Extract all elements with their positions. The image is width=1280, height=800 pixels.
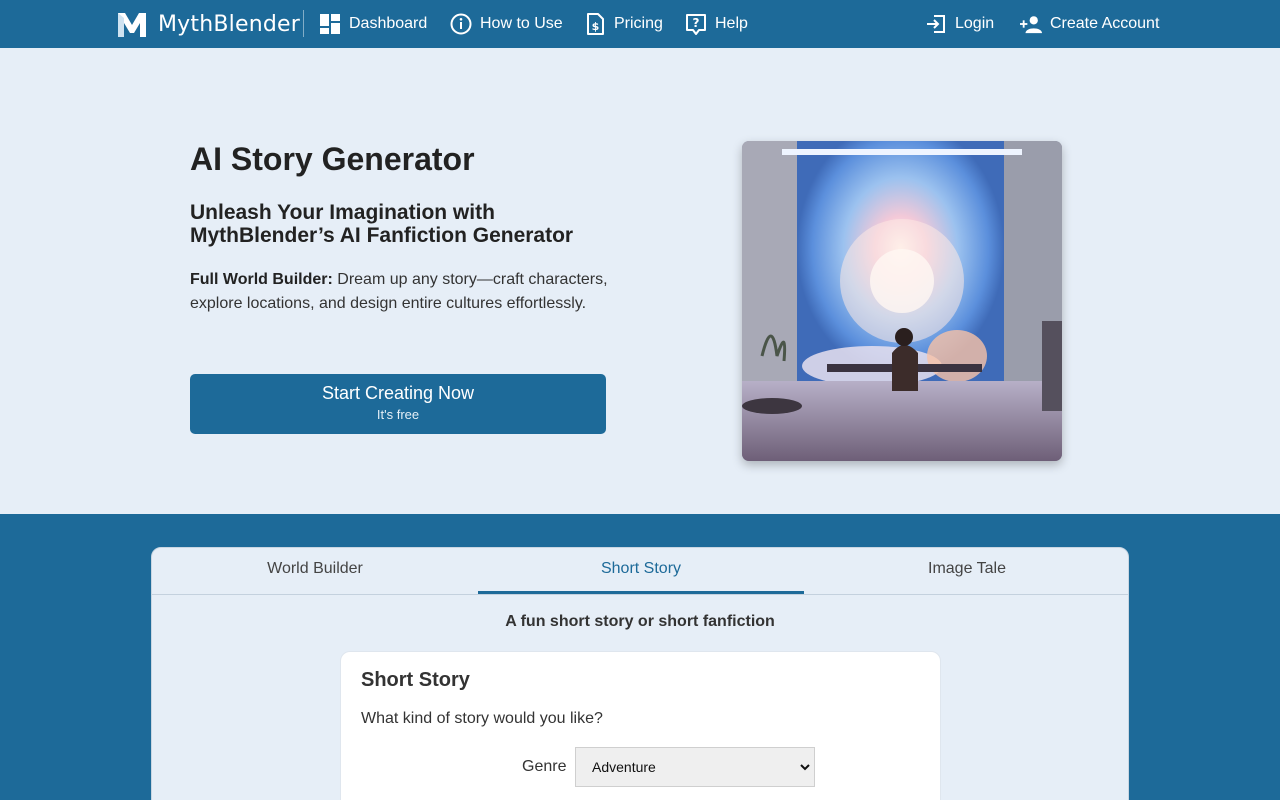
create-account-button[interactable]: Create Account <box>1020 0 1159 48</box>
start-creating-button[interactable]: Start Creating Now It's free <box>190 374 606 434</box>
genre-selected-value: Adventure <box>592 759 656 775</box>
cta-main-label: Start Creating Now <box>321 383 475 403</box>
nav-pricing-label: Pricing <box>614 15 663 32</box>
info-icon <box>450 13 472 35</box>
login-icon <box>927 15 945 33</box>
top-nav: MythBlender Dashboard How to Use $ Prici… <box>0 0 1280 48</box>
nav-help-label: Help <box>715 15 748 32</box>
short-story-card: Short Story What kind of story would you… <box>340 651 941 800</box>
tab-short-story[interactable]: Short Story <box>478 548 804 594</box>
tab-world-builder[interactable]: World Builder <box>152 548 478 594</box>
dashboard-icon <box>320 14 340 34</box>
svg-text:?: ? <box>693 16 700 30</box>
chevron-down-icon <box>800 764 810 771</box>
portal-scene-image <box>742 141 1062 461</box>
nav-help[interactable]: ? Help <box>685 0 748 48</box>
create-account-label: Create Account <box>1050 15 1160 32</box>
story-question: What kind of story would you like? <box>361 710 603 727</box>
add-user-icon <box>1020 16 1042 34</box>
login-button[interactable]: Login <box>925 0 994 48</box>
svg-text:$: $ <box>592 20 600 33</box>
tab-image-tale[interactable]: Image Tale <box>804 548 1130 594</box>
generator-panel: World Builder Short Story Image Tale A f… <box>151 547 1129 800</box>
hero-subtitle: Unleash Your Imagination with MythBlende… <box>190 201 574 247</box>
login-label: Login <box>955 15 995 32</box>
nav-how-to-use[interactable]: How to Use <box>450 0 563 48</box>
cta-sub-label: It's free <box>376 407 420 422</box>
price-document-icon: $ <box>587 13 604 35</box>
nav-dashboard[interactable]: Dashboard <box>319 0 427 48</box>
brand-name: MythBlender <box>158 11 300 37</box>
card-title: Short Story <box>361 669 470 691</box>
nav-how-to-use-label: How to Use <box>480 15 563 32</box>
nav-dashboard-label: Dashboard <box>349 15 428 32</box>
panel-caption: A fun short story or short fanfiction <box>505 613 775 630</box>
brand-logo[interactable]: MythBlender <box>116 9 300 39</box>
feature-label: Full World Builder: <box>190 271 333 288</box>
mythblender-logo-icon <box>118 13 146 37</box>
tabs-divider <box>152 594 1128 595</box>
page-title: AI Story Generator <box>190 141 475 177</box>
hero-description: Full World Builder: Dream up any story—c… <box>190 268 610 316</box>
genre-label: Genre <box>522 758 567 775</box>
nav-pricing[interactable]: $ Pricing <box>584 0 663 48</box>
nav-divider <box>303 10 304 37</box>
hero-illustration <box>742 141 1062 461</box>
genre-select[interactable]: Adventure <box>575 747 815 787</box>
help-icon: ? <box>686 14 706 35</box>
